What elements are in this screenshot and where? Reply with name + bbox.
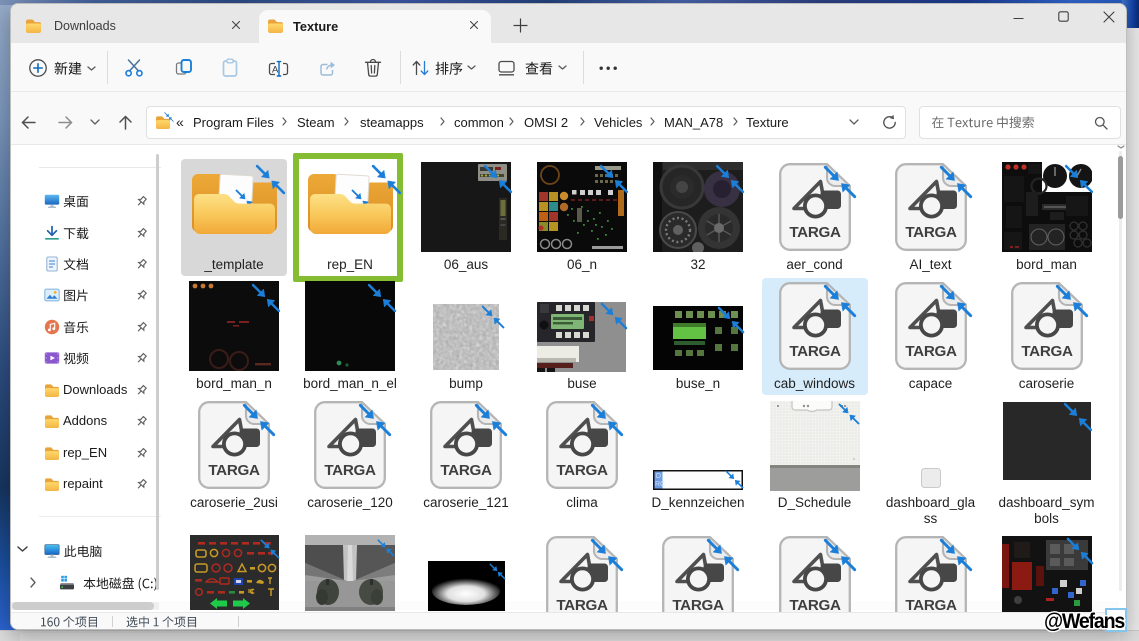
svg-text:@Wefans: @Wefans	[1044, 610, 1125, 633]
svg-text:TARGA: TARGA	[905, 224, 957, 241]
svg-text:TARGA: TARGA	[905, 343, 957, 360]
svg-text:TARGA: TARGA	[556, 462, 608, 479]
svg-text:A: A	[272, 65, 279, 76]
svg-text:TARGA: TARGA	[789, 343, 841, 360]
svg-text:TARGA: TARGA	[324, 462, 376, 479]
svg-text:TARGA: TARGA	[208, 462, 260, 479]
svg-text:TARGA: TARGA	[1021, 343, 1073, 360]
svg-text:TARGA: TARGA	[440, 462, 492, 479]
svg-text:RC: RC	[655, 481, 665, 488]
svg-text:TARGA: TARGA	[789, 224, 841, 241]
svg-text:O: O	[656, 473, 662, 480]
